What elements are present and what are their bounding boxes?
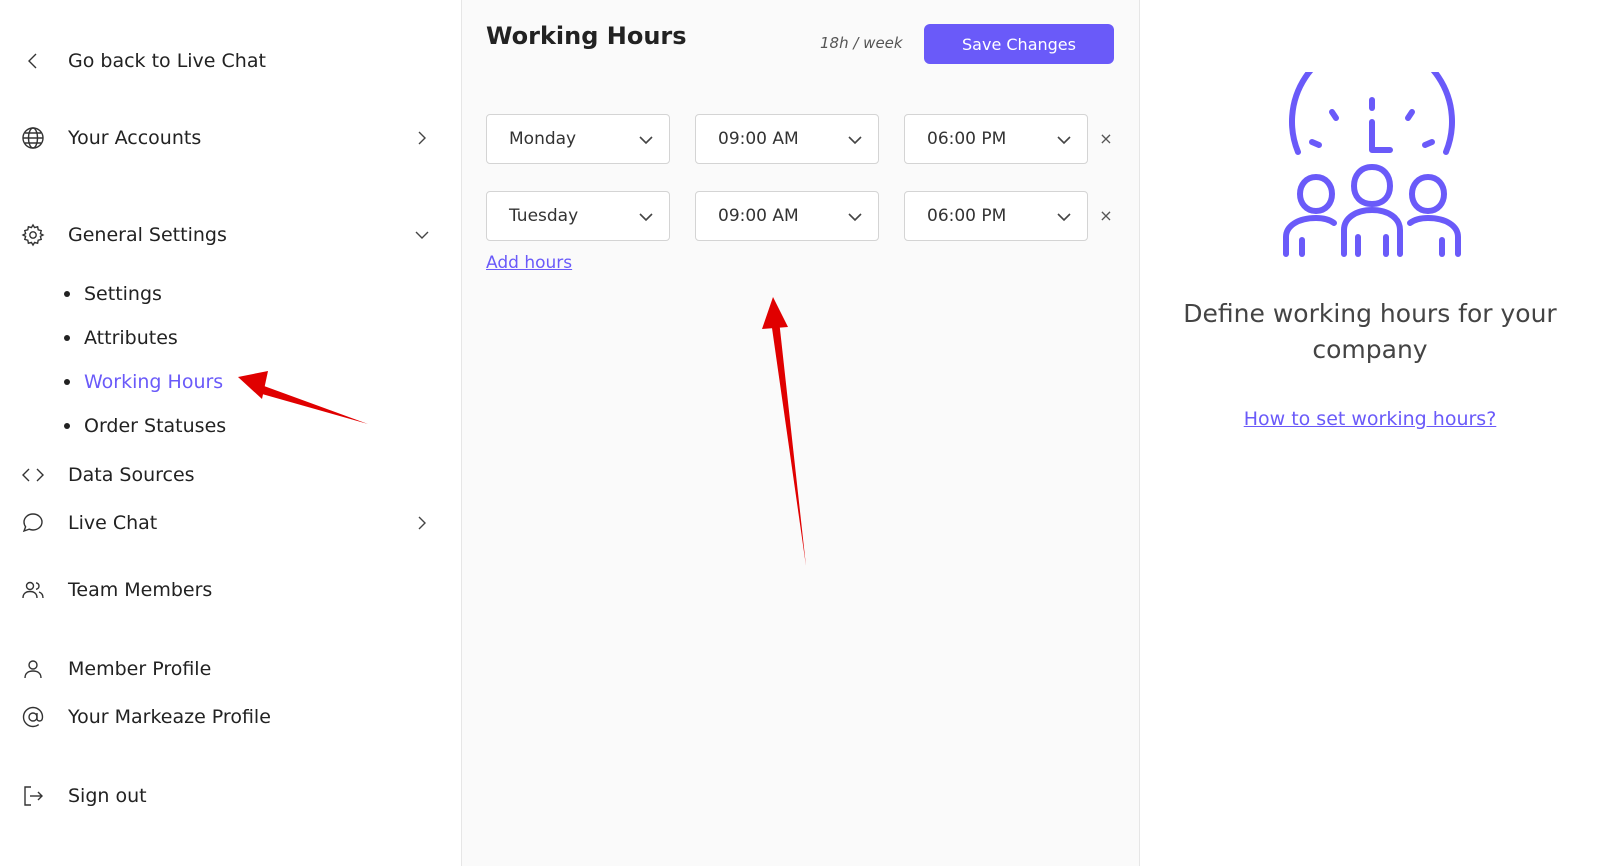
submenu-item-label: Order Statuses	[84, 415, 227, 437]
globe-icon	[20, 125, 46, 151]
bullet	[64, 423, 70, 429]
gear-icon	[20, 222, 46, 248]
general-settings-submenu: Settings Attributes Working Hours Order …	[64, 272, 226, 448]
submenu-item-settings[interactable]: Settings	[64, 272, 226, 316]
chevron-down-icon	[413, 226, 431, 244]
working-hours-row: Monday 09:00 AM 06:00 PM ×	[486, 114, 1126, 166]
sidebar-item-label: Data Sources	[68, 464, 195, 486]
chevron-down-icon	[846, 131, 864, 149]
sidebar-item-markeaze-profile[interactable]: Your Markeaze Profile	[20, 701, 431, 733]
end-time-value: 06:00 PM	[927, 206, 1007, 226]
at-sign-icon	[20, 704, 46, 730]
chevron-down-icon	[1055, 208, 1073, 226]
sidebar-item-label: Team Members	[68, 579, 213, 601]
sidebar-item-your-accounts[interactable]: Your Accounts	[20, 122, 431, 154]
sidebar-item-label: General Settings	[68, 224, 227, 246]
add-hours-link[interactable]: Add hours	[486, 253, 572, 273]
chevron-down-icon	[846, 208, 864, 226]
submenu-item-label: Attributes	[84, 327, 178, 349]
day-select-value: Tuesday	[509, 206, 579, 226]
end-time-select[interactable]: 06:00 PM	[904, 114, 1088, 164]
sidebar-item-label: Member Profile	[68, 658, 212, 680]
day-select-value: Monday	[509, 129, 577, 149]
go-back-link[interactable]: Go back to Live Chat	[20, 45, 431, 77]
sidebar-item-member-profile[interactable]: Member Profile	[20, 653, 431, 685]
submenu-item-label: Working Hours	[84, 371, 224, 393]
users-icon	[20, 577, 46, 603]
working-hours-panel: Working Hours 18h / week Save Changes Mo…	[462, 0, 1140, 866]
submenu-item-label: Settings	[84, 283, 162, 305]
submenu-item-working-hours[interactable]: Working Hours	[64, 360, 226, 404]
sidebar-item-general-settings[interactable]: General Settings	[20, 219, 431, 251]
sidebar: Go back to Live Chat Your Accounts Gener…	[0, 0, 462, 866]
start-time-select[interactable]: 09:00 AM	[695, 191, 879, 241]
go-back-label: Go back to Live Chat	[68, 50, 266, 72]
start-time-value: 09:00 AM	[718, 206, 799, 226]
submenu-item-order-statuses[interactable]: Order Statuses	[64, 404, 226, 448]
sign-out-button[interactable]: Sign out	[20, 780, 431, 812]
help-panel: Define working hours for your company Ho…	[1140, 0, 1600, 866]
end-time-value: 06:00 PM	[927, 129, 1007, 149]
hours-per-week: 18h / week	[820, 34, 903, 52]
code-icon	[20, 462, 46, 488]
user-icon	[20, 656, 46, 682]
logout-icon	[20, 783, 46, 809]
submenu-item-attributes[interactable]: Attributes	[64, 316, 226, 360]
day-select[interactable]: Tuesday	[486, 191, 670, 241]
remove-row-button[interactable]: ×	[1096, 128, 1116, 148]
start-time-select[interactable]: 09:00 AM	[695, 114, 879, 164]
chevron-right-icon	[413, 129, 431, 147]
sign-out-label: Sign out	[68, 785, 147, 807]
chevron-down-icon	[637, 208, 655, 226]
day-select[interactable]: Monday	[486, 114, 670, 164]
sidebar-item-label: Your Accounts	[68, 127, 202, 149]
chevron-down-icon	[1055, 131, 1073, 149]
sidebar-item-label: Live Chat	[68, 512, 158, 534]
start-time-value: 09:00 AM	[718, 129, 799, 149]
end-time-select[interactable]: 06:00 PM	[904, 191, 1088, 241]
bullet	[64, 335, 70, 341]
working-hours-row: Tuesday 09:00 AM 06:00 PM ×	[486, 191, 1126, 243]
chat-bubble-icon	[20, 510, 46, 536]
save-changes-button[interactable]: Save Changes	[924, 24, 1114, 64]
bullet	[64, 379, 70, 385]
clock-team-illustration	[1283, 72, 1461, 257]
help-text: Define working hours for your company	[1183, 299, 1557, 364]
remove-row-button[interactable]: ×	[1096, 205, 1116, 225]
chevron-down-icon	[637, 131, 655, 149]
sidebar-item-label: Your Markeaze Profile	[68, 706, 271, 728]
sidebar-item-live-chat[interactable]: Live Chat	[20, 507, 431, 539]
sidebar-item-data-sources[interactable]: Data Sources	[20, 459, 431, 491]
sidebar-item-team-members[interactable]: Team Members	[20, 574, 431, 606]
chevron-left-icon	[20, 48, 46, 74]
how-to-link[interactable]: How to set working hours?	[1170, 408, 1570, 430]
bullet	[64, 291, 70, 297]
page-title: Working Hours	[486, 22, 687, 50]
chevron-right-icon	[413, 514, 431, 532]
